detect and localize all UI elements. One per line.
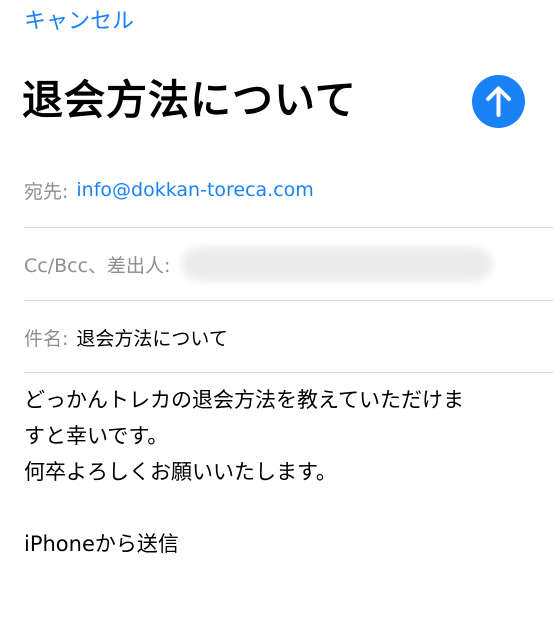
- body-line: [24, 490, 529, 526]
- cc-bcc-label: Cc/Bcc、差出人:: [24, 254, 171, 277]
- to-label: 宛先:: [24, 180, 69, 203]
- to-recipient[interactable]: info@dokkan-toreca.com: [76, 179, 313, 201]
- send-button[interactable]: [472, 75, 525, 128]
- message-body[interactable]: どっかんトレカの退会方法を教えていただけま すと幸いです。 何卒よろしくお願いい…: [24, 382, 529, 562]
- to-field[interactable]: 宛先: info@dokkan-toreca.com: [24, 154, 553, 226]
- cancel-button[interactable]: キャンセル: [24, 6, 134, 38]
- sender-redacted: [182, 247, 493, 281]
- subject-value[interactable]: 退会方法について: [76, 324, 227, 351]
- subject-field[interactable]: 件名: 退会方法について: [24, 300, 553, 373]
- arrow-up-icon: [486, 86, 511, 117]
- body-line: 何卒よろしくお願いいたします。: [24, 460, 337, 484]
- page-title: 退会方法について: [22, 76, 357, 124]
- cc-bcc-field[interactable]: Cc/Bcc、差出人:: [24, 227, 553, 300]
- body-line: すと幸いです。: [24, 424, 169, 448]
- body-separator: [24, 372, 553, 373]
- mail-compose-screen: キャンセル 退会方法について 宛先: info@dokkan-toreca.co…: [0, 0, 553, 617]
- body-line: どっかんトレカの退会方法を教えていただけま: [24, 388, 464, 412]
- signature-line: iPhoneから送信: [24, 532, 179, 556]
- subject-label: 件名:: [24, 327, 69, 350]
